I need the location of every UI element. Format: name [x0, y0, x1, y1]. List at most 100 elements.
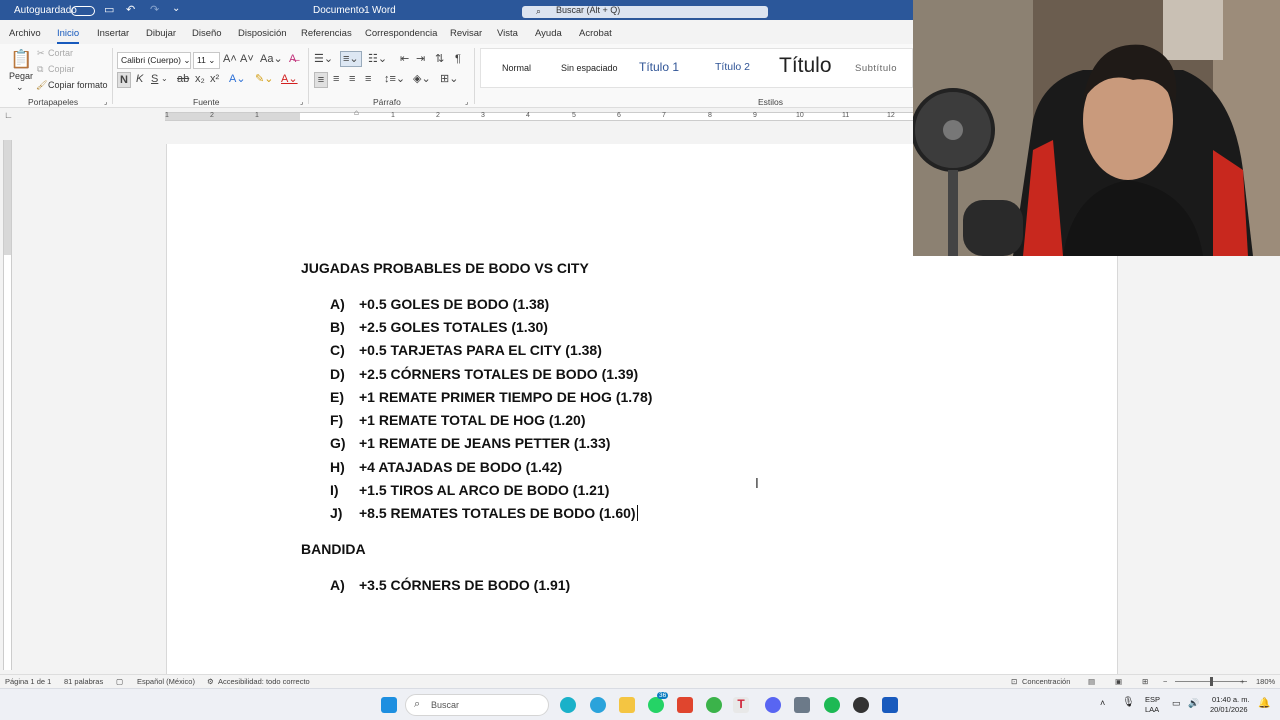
underline-dropdown-icon[interactable]: ⌄ — [161, 72, 168, 86]
undo-icon[interactable]: ↶ — [126, 3, 135, 16]
tab-acrobat[interactable]: Acrobat — [579, 28, 612, 39]
underline-button[interactable]: S — [151, 72, 158, 86]
borders-icon[interactable]: ⊞⌄ — [440, 72, 458, 86]
obs-icon[interactable] — [853, 697, 869, 713]
style-heading2[interactable]: Título 2 — [715, 61, 750, 73]
paste-icon[interactable]: 📋 — [10, 48, 32, 70]
style-heading1[interactable]: Título 1 — [639, 60, 679, 74]
shading-icon[interactable]: ◈⌄ — [413, 72, 431, 86]
subscript-icon[interactable]: x₂ — [195, 72, 205, 86]
decrease-indent-icon[interactable]: ⇤ — [400, 52, 409, 66]
typora-icon[interactable]: T — [733, 697, 749, 713]
tab-inicio[interactable]: Inicio — [57, 28, 80, 44]
proofing-icon[interactable]: ▢ — [116, 677, 123, 686]
brave-icon[interactable] — [677, 697, 693, 713]
shrink-font-icon[interactable]: A˅ — [240, 52, 254, 66]
input-layout[interactable]: LAA — [1145, 705, 1159, 714]
tab-archivo[interactable]: Archivo — [9, 28, 41, 39]
tab-dibujar[interactable]: Dibujar — [146, 28, 176, 39]
paragraph-launcher-icon[interactable]: ⌟ — [465, 98, 468, 106]
customize-icon[interactable]: ⌄ — [172, 3, 180, 14]
show-marks-icon[interactable]: ¶ — [455, 52, 461, 66]
zoom-level[interactable]: 180% — [1256, 677, 1275, 686]
network-icon[interactable]: ▭ — [1172, 698, 1181, 709]
tab-selector-icon[interactable]: ∟ — [4, 110, 13, 120]
focus-mode[interactable]: Concentración — [1022, 677, 1070, 686]
strikethrough-icon[interactable]: ab — [177, 72, 189, 86]
input-language[interactable]: ESP — [1145, 695, 1160, 704]
multilevel-list-icon[interactable]: ☷⌄ — [368, 52, 387, 66]
zoom-slider-thumb[interactable] — [1210, 677, 1213, 686]
style-no-spacing[interactable]: Sin espaciado — [561, 63, 618, 73]
clock-time[interactable]: 01:40 a. m. — [1212, 695, 1250, 704]
font-size-select[interactable]: 11 ⌄ — [193, 52, 220, 69]
calculator-icon[interactable] — [794, 697, 810, 713]
paste-dropdown-icon[interactable]: ⌄ — [16, 82, 24, 93]
zoom-out-icon[interactable]: − — [1163, 677, 1167, 686]
style-subtitle[interactable]: Subtítulo — [855, 63, 897, 74]
indent-marker-icon[interactable]: ⌂ — [354, 108, 359, 117]
file-explorer-icon[interactable] — [619, 697, 635, 713]
format-painter-button[interactable]: Copiar formato — [48, 80, 108, 90]
zoom-in-icon[interactable]: + — [1240, 677, 1244, 686]
tab-revisar[interactable]: Revisar — [450, 28, 482, 39]
clock-date[interactable]: 20/01/2026 — [1210, 705, 1248, 714]
edge-icon[interactable] — [560, 697, 576, 713]
text-effects-icon[interactable]: A⌄ — [229, 72, 246, 86]
increase-indent-icon[interactable]: ⇥ — [416, 52, 425, 66]
print-layout-icon[interactable]: ▣ — [1115, 677, 1122, 686]
start-icon[interactable] — [381, 697, 397, 713]
font-name-select[interactable]: Calibri (Cuerpo) ⌄ — [117, 52, 191, 69]
italic-button[interactable]: K — [136, 72, 143, 86]
notification-icon[interactable]: 🔔 — [1258, 698, 1270, 709]
search-box[interactable]: ⌕ Buscar (Alt + Q) — [522, 5, 768, 18]
tab-diseno[interactable]: Diseño — [192, 28, 222, 39]
highlight-icon[interactable]: ✎⌄ — [255, 72, 273, 86]
superscript-icon[interactable]: x² — [210, 72, 219, 86]
clipboard-launcher-icon[interactable]: ⌟ — [104, 98, 107, 106]
heading-jugadas[interactable]: JUGADAS PROBABLES DE BODO VS CITY — [301, 260, 589, 276]
taskbar-search[interactable]: ⌕ Buscar — [405, 694, 549, 716]
align-left-icon[interactable]: ≡ — [314, 72, 328, 88]
discord-icon[interactable] — [765, 697, 781, 713]
autosave-toggle[interactable] — [71, 6, 95, 16]
sort-icon[interactable]: ⇅ — [435, 52, 444, 66]
vertical-ruler[interactable] — [3, 140, 12, 670]
tab-referencias[interactable]: Referencias — [301, 28, 352, 39]
change-case-icon[interactable]: Aa⌄ — [260, 52, 283, 66]
redo-icon[interactable]: ↷ — [150, 3, 159, 16]
grow-font-icon[interactable]: A˄ — [223, 52, 237, 66]
read-mode-icon[interactable]: ▤ — [1088, 677, 1095, 686]
page-count[interactable]: Página 1 de 1 — [5, 677, 51, 686]
tab-disposicion[interactable]: Disposición — [238, 28, 287, 39]
paste-button[interactable]: Pegar — [9, 71, 33, 81]
word-count[interactable]: 81 palabras — [64, 677, 103, 686]
web-layout-icon[interactable]: ⊞ — [1142, 677, 1148, 686]
numbering-icon[interactable]: ≡⌄ — [340, 51, 362, 67]
line-spacing-icon[interactable]: ↕≡⌄ — [384, 72, 405, 86]
language[interactable]: Español (México) — [137, 677, 195, 686]
copy-button[interactable]: Copiar — [48, 64, 75, 74]
tab-correspondencia[interactable]: Correspondencia — [365, 28, 437, 39]
word-icon[interactable] — [882, 697, 898, 713]
telegram-icon[interactable] — [590, 697, 606, 713]
style-normal[interactable]: Normal — [502, 63, 531, 73]
horizontal-ruler[interactable]: ∟ ⌂ 1 2 1 1 2 3 4 5 6 7 8 9 10 11 12 — [0, 108, 913, 124]
align-right-icon[interactable]: ≡ — [349, 72, 355, 86]
chrome-icon[interactable] — [706, 697, 722, 713]
microphone-icon[interactable]: 🎙 — [1122, 697, 1135, 708]
style-title[interactable]: Título — [779, 54, 832, 78]
save-icon[interactable]: ▭ — [104, 3, 114, 16]
accessibility-status[interactable]: Accesibilidad: todo correcto — [218, 677, 310, 686]
tab-insertar[interactable]: Insertar — [97, 28, 129, 39]
align-center-icon[interactable]: ≡ — [333, 72, 339, 86]
justify-icon[interactable]: ≡ — [365, 72, 371, 86]
tab-ayuda[interactable]: Ayuda — [535, 28, 562, 39]
spotify-icon[interactable] — [824, 697, 840, 713]
font-color-icon[interactable]: A⌄ — [281, 72, 298, 86]
tray-overflow-icon[interactable]: ˄ — [1100, 698, 1105, 708]
bold-button[interactable]: N — [117, 72, 131, 88]
heading-bandida[interactable]: BANDIDA — [301, 541, 366, 557]
font-launcher-icon[interactable]: ⌟ — [300, 98, 303, 106]
clear-format-icon[interactable]: A̶ — [289, 52, 296, 66]
